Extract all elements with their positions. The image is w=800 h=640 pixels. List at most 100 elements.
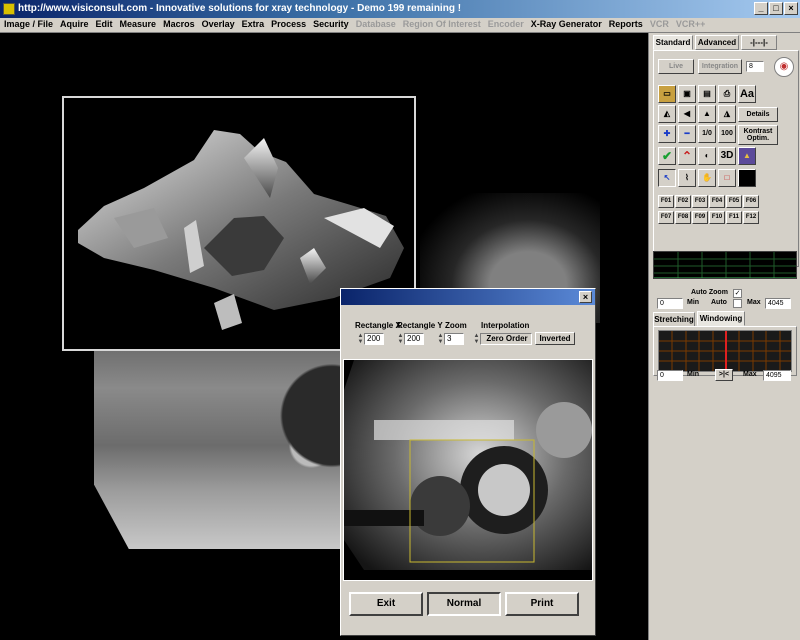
rotate-right-icon[interactable]: ◮ bbox=[718, 105, 736, 123]
stepper-arrows-icon[interactable]: ▲ ▼ bbox=[473, 333, 480, 345]
pointer-tool-icon[interactable]: ↖ bbox=[658, 169, 676, 187]
zoom-view[interactable] bbox=[343, 359, 593, 581]
text-tool-icon[interactable]: Aa bbox=[738, 85, 756, 103]
details-button[interactable]: Details bbox=[738, 107, 778, 122]
curve-icon[interactable]: ⌃ bbox=[678, 147, 696, 165]
live-button[interactable]: Live bbox=[658, 59, 694, 74]
maximize-button[interactable]: □ bbox=[769, 2, 783, 15]
rect-x-label: Rectangle X bbox=[355, 321, 401, 330]
rectangle-icon[interactable]: □ bbox=[718, 169, 736, 187]
f12-button[interactable]: F12 bbox=[743, 211, 759, 224]
close-button[interactable]: × bbox=[784, 2, 798, 15]
f06-button[interactable]: F06 bbox=[743, 195, 759, 208]
mirror-icon[interactable]: ▲ bbox=[698, 105, 716, 123]
open-folder-icon[interactable]: ▭ bbox=[658, 85, 676, 103]
f01-button[interactable]: F01 bbox=[658, 195, 674, 208]
printer-icon[interactable]: ⎙ bbox=[718, 85, 736, 103]
stepper-arrows-icon[interactable]: ▲ ▼ bbox=[437, 333, 444, 345]
ratio-icon[interactable]: 1/0 bbox=[698, 125, 716, 143]
histogram-icon[interactable]: ▲ bbox=[738, 147, 756, 165]
menu-macros[interactable]: Macros bbox=[159, 18, 198, 29]
menu-overlay[interactable]: Overlay bbox=[198, 18, 238, 29]
windowing-graph[interactable] bbox=[658, 330, 792, 372]
profile-icon[interactable]: ⌇ bbox=[678, 169, 696, 187]
percent-icon[interactable]: 100 bbox=[718, 125, 736, 143]
zoom-value[interactable]: 3 bbox=[444, 332, 464, 345]
f10-button[interactable]: F10 bbox=[709, 211, 725, 224]
rect-y-value[interactable]: 200 bbox=[404, 332, 424, 345]
menu-edit[interactable]: Edit bbox=[92, 18, 116, 29]
save-icon[interactable]: ▣ bbox=[678, 85, 696, 103]
minimize-button[interactable]: _ bbox=[754, 2, 768, 15]
auto-label: Auto bbox=[711, 299, 727, 306]
integration-value[interactable]: 8 bbox=[746, 61, 764, 72]
f11-button[interactable]: F11 bbox=[726, 211, 742, 224]
rect-y-label: Rectangle Y bbox=[397, 321, 443, 330]
print-button[interactable]: Print bbox=[505, 592, 579, 616]
window-min-field[interactable]: 0 bbox=[657, 370, 683, 381]
tab-extra[interactable]: -|---|- bbox=[741, 35, 777, 50]
menu-image-file[interactable]: Image / File bbox=[0, 18, 56, 29]
standard-tab-content: Live Integration 8 ◉ ▭ ▣ ▤ ⎙ Aa ◭ ◀ ▲ ◮ … bbox=[653, 50, 799, 267]
f03-button[interactable]: F03 bbox=[692, 195, 708, 208]
auto-checkbox[interactable] bbox=[733, 299, 742, 308]
menu-encoder: Encoder bbox=[487, 19, 524, 29]
pick-minus-icon[interactable]: ━ bbox=[678, 125, 696, 143]
menu-aquire[interactable]: Aquire bbox=[56, 18, 92, 29]
menu-reports[interactable]: Reports bbox=[605, 18, 646, 29]
zoom-label: Zoom bbox=[445, 321, 467, 330]
tab-standard[interactable]: Standard bbox=[653, 35, 693, 50]
histogram-grid bbox=[654, 252, 796, 278]
flip-icon[interactable]: ◭ bbox=[658, 105, 676, 123]
rotate-left-icon[interactable]: ◀ bbox=[678, 105, 696, 123]
menu-vcr: VCR bbox=[649, 19, 669, 29]
window-max-label: Max bbox=[743, 371, 757, 378]
f02-button[interactable]: F02 bbox=[675, 195, 691, 208]
zoom-dialog-titlebar[interactable]: × bbox=[341, 289, 595, 305]
exit-button[interactable]: Exit bbox=[349, 592, 423, 616]
max-field[interactable]: 4045 bbox=[765, 298, 791, 309]
rect-x-value[interactable]: 200 bbox=[364, 332, 384, 345]
menu-measure[interactable]: Measure bbox=[116, 18, 160, 29]
tab-advanced[interactable]: Advanced bbox=[695, 35, 739, 50]
zoom-dialog-close-button[interactable]: × bbox=[579, 291, 592, 303]
f09-button[interactable]: F09 bbox=[692, 211, 708, 224]
normal-button[interactable]: Normal bbox=[427, 592, 501, 616]
interpolation-select[interactable]: ▲ ▼ Zero Order bbox=[473, 332, 532, 345]
histogram-display bbox=[653, 251, 797, 279]
menu-security[interactable]: Security bbox=[309, 18, 352, 29]
pick-plus-icon[interactable]: ✚ bbox=[658, 125, 676, 143]
check-icon[interactable]: ✔ bbox=[658, 147, 676, 165]
menu-process[interactable]: Process bbox=[267, 18, 309, 29]
app-icon[interactable] bbox=[3, 3, 15, 15]
f07-button[interactable]: F07 bbox=[658, 211, 674, 224]
black-square-icon[interactable] bbox=[738, 169, 756, 187]
menu-xray-generator[interactable]: X-Ray Generator bbox=[527, 18, 605, 29]
rect-x-stepper[interactable]: ▲ ▼ 200 bbox=[357, 332, 384, 345]
window-max-field[interactable]: 4095 bbox=[763, 370, 791, 381]
3d-icon[interactable]: 3D bbox=[718, 147, 736, 165]
min-field[interactable]: 0 bbox=[657, 298, 683, 309]
tab-stretching[interactable]: Stretching bbox=[653, 312, 695, 327]
zoom-image bbox=[344, 360, 592, 570]
contrast-icon[interactable]: ◐ bbox=[698, 147, 716, 165]
swap-button[interactable]: >|< bbox=[715, 369, 733, 381]
kontrast-optim-button[interactable]: Kontrast Optim. bbox=[738, 125, 778, 145]
zoom-stepper[interactable]: ▲ ▼ 3 bbox=[437, 332, 464, 345]
auto-zoom-checkbox[interactable]: ✓ bbox=[733, 289, 742, 298]
rect-y-stepper[interactable]: ▲ ▼ 200 bbox=[397, 332, 424, 345]
save-as-icon[interactable]: ▤ bbox=[698, 85, 716, 103]
f08-button[interactable]: F08 bbox=[675, 211, 691, 224]
menu-extra[interactable]: Extra bbox=[238, 18, 268, 29]
f05-button[interactable]: F05 bbox=[726, 195, 742, 208]
snapshot-icon[interactable]: ◉ bbox=[774, 57, 794, 77]
stepper-arrows-icon[interactable]: ▲ ▼ bbox=[357, 333, 364, 345]
stepper-arrows-icon[interactable]: ▲ ▼ bbox=[397, 333, 404, 345]
interpolation-value[interactable]: Zero Order bbox=[480, 332, 532, 345]
tab-windowing[interactable]: Windowing bbox=[697, 311, 745, 326]
hand-icon[interactable]: ✋ bbox=[698, 169, 716, 187]
inverted-button[interactable]: Inverted bbox=[535, 332, 575, 345]
title-bar: http://www.visiconsult.com - Innovative … bbox=[0, 0, 800, 18]
integration-button[interactable]: Integration bbox=[698, 59, 742, 74]
f04-button[interactable]: F04 bbox=[709, 195, 725, 208]
